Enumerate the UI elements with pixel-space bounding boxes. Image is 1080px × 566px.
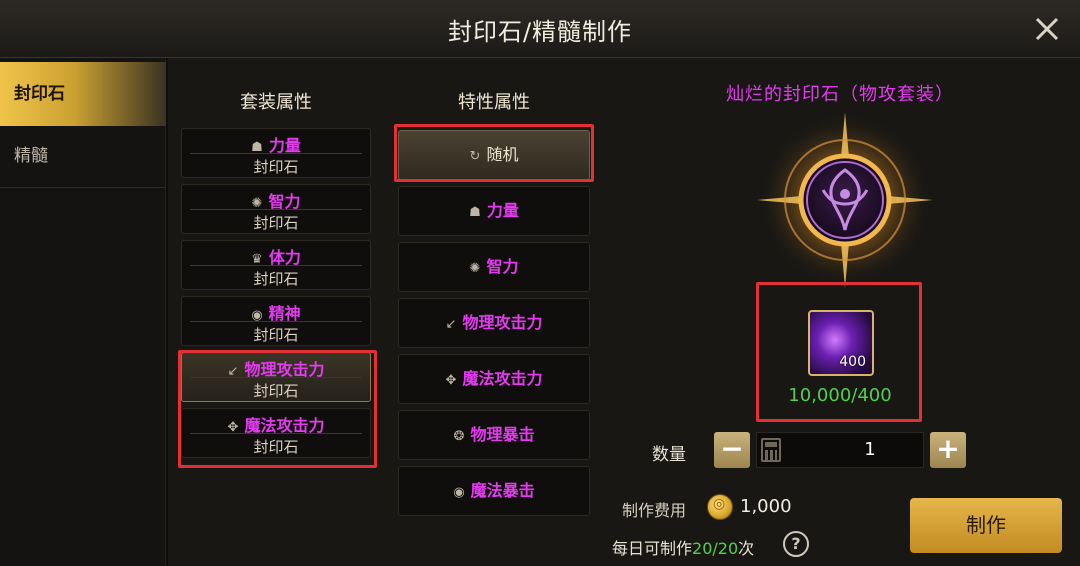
set-item-spirit[interactable]: ◉ 精神 封印石 [181,296,371,346]
set-item-sub: 封印石 [253,382,299,400]
daily-prefix: 每日可制作 [612,539,693,558]
spirit-icon: ◉ [453,485,465,500]
set-attribute-header: 套装属性 [240,92,312,113]
material-slot[interactable]: 400 [808,310,874,376]
quantity-value: 1 [864,439,876,460]
trait-item-label: 物理攻击力 [462,313,543,332]
cost-label: 制作费用 [622,501,687,520]
set-item-sub: 封印石 [253,438,299,456]
trait-item-label: 物理暴击 [470,425,535,444]
set-item-magic-attack[interactable]: ✥ 魔法攻击力 封印石 [181,408,371,458]
calculator-icon[interactable] [761,438,781,462]
seal-stone-emblem-icon [757,112,933,288]
quantity-input[interactable]: 1 [756,432,924,468]
trait-item-strength[interactable]: ☗ 力量 [398,186,590,236]
daily-count: 20/20 [692,539,739,558]
refresh-icon: ↻ [469,149,481,164]
cost-value: 1,000 [740,496,792,517]
fist-icon: ☗ [469,205,481,220]
gold-coin-icon [707,494,733,520]
set-item-sub: 封印石 [253,214,299,232]
sword-icon: ↙ [445,317,457,332]
quantity-label: 数量 [652,445,686,465]
magic-icon: ✥ [445,373,457,388]
sidebar: 封印石 精髓 [0,58,166,566]
trait-item-label: 随机 [486,145,519,164]
daily-limit: 每日可制作20/20次 [612,535,754,559]
crit-icon: ❂ [453,429,465,444]
set-item-intelligence[interactable]: ✺ 智力 封印石 [181,184,371,234]
close-icon[interactable] [1030,12,1064,46]
trait-item-label: 智力 [486,257,519,276]
trait-item-physical-crit[interactable]: ❂ 物理暴击 [398,410,590,460]
make-button[interactable]: 制作 [910,498,1062,553]
material-count: 400 [839,354,866,370]
set-item-sub: 封印石 [253,158,299,176]
set-item-strength[interactable]: ☗ 力量 封印石 [181,128,371,178]
sidebar-item-essence[interactable]: 精髓 [0,124,166,188]
trait-item-label: 魔法攻击力 [462,369,543,388]
trait-item-label: 力量 [486,201,519,220]
set-item-sub: 封印石 [253,270,299,288]
trait-item-magic-attack[interactable]: ✥ 魔法攻击力 [398,354,590,404]
set-item-sub: 封印石 [253,326,299,344]
quantity-decrease-button[interactable]: − [714,432,750,468]
trait-item-magic-crit[interactable]: ◉ 魔法暴击 [398,466,590,516]
material-ratio: 10,000/400 [788,385,892,406]
brain-icon: ✺ [469,261,481,276]
trait-item-intelligence[interactable]: ✺ 智力 [398,242,590,292]
result-item-title: 灿烂的封印石（物攻套装） [726,84,954,105]
title-bar: 封印石/精髓制作 [0,0,1080,58]
sidebar-item-seal-stone[interactable]: 封印石 [0,62,166,126]
trait-item-physical-attack[interactable]: ↙ 物理攻击力 [398,298,590,348]
trait-item-random[interactable]: ↻ 随机 [398,130,590,180]
trait-item-label: 魔法暴击 [470,481,535,500]
help-icon[interactable]: ? [783,531,809,557]
trait-attribute-header: 特性属性 [458,92,530,113]
quantity-increase-button[interactable]: + [930,432,966,468]
window-title: 封印石/精髓制作 [447,18,633,46]
daily-suffix: 次 [738,539,755,558]
set-item-vitality[interactable]: ♛ 体力 封印石 [181,240,371,290]
set-item-physical-attack[interactable]: ↙ 物理攻击力 封印石 [181,352,371,402]
